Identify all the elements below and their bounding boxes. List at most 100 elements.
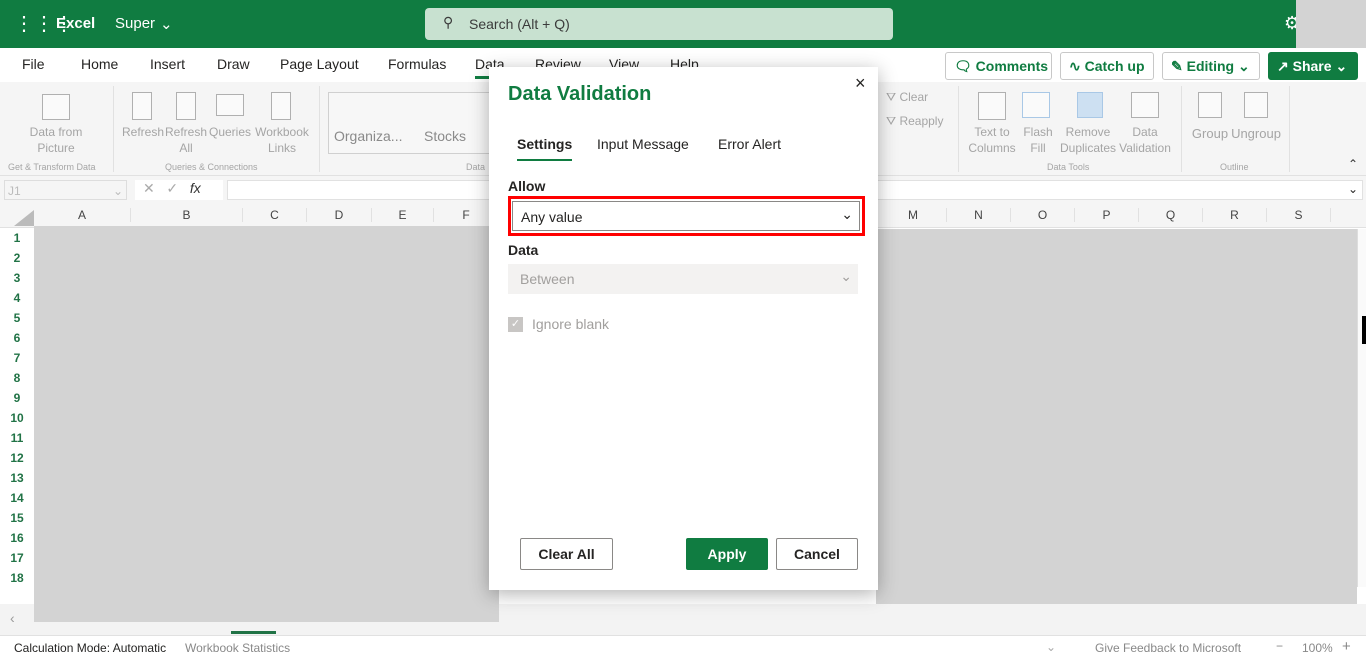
- catch-up-button[interactable]: ∿ Catch up: [1060, 52, 1154, 80]
- tab-error-alert[interactable]: Error Alert: [718, 136, 781, 152]
- column-header[interactable]: O: [1011, 208, 1075, 222]
- row-header[interactable]: 1: [0, 231, 34, 245]
- feedback-link[interactable]: Give Feedback to Microsoft: [1095, 641, 1241, 655]
- tab-draw[interactable]: Draw: [217, 56, 250, 72]
- name-box-value: J1: [8, 184, 21, 198]
- apply-button[interactable]: Apply: [686, 538, 768, 570]
- tab-home[interactable]: Home: [81, 56, 118, 72]
- tab-insert[interactable]: Insert: [150, 56, 185, 72]
- chevron-down-icon[interactable]: ⌄: [160, 15, 173, 33]
- column-header[interactable]: A: [34, 208, 131, 222]
- allow-select[interactable]: Any value ⌄: [512, 201, 860, 231]
- tab-formulas[interactable]: Formulas: [388, 56, 446, 72]
- comments-label: Comments: [975, 58, 1049, 74]
- queries-button[interactable]: Queries: [208, 124, 252, 140]
- row-header[interactable]: 2: [0, 251, 34, 265]
- text-to-columns-button[interactable]: Text to Columns: [964, 124, 1020, 156]
- allow-value: Any value: [521, 209, 583, 225]
- reapply-filter-button[interactable]: ⛛ Reapply: [886, 113, 943, 129]
- editing-button[interactable]: ✎ Editing ⌄: [1162, 52, 1260, 80]
- collapse-ribbon-icon[interactable]: ⌃: [1348, 156, 1358, 172]
- column-header[interactable]: B: [131, 208, 243, 222]
- group-button[interactable]: Group: [1190, 126, 1230, 142]
- zoom-out-button[interactable]: −: [1276, 639, 1283, 653]
- app-name[interactable]: Excel: [56, 15, 95, 32]
- row-header[interactable]: 13: [0, 471, 34, 485]
- column-header[interactable]: M: [880, 208, 947, 222]
- remove-duplicates-button[interactable]: Remove Duplicates: [1058, 124, 1118, 156]
- row-header[interactable]: 7: [0, 351, 34, 365]
- row-header[interactable]: 17: [0, 551, 34, 565]
- row-header[interactable]: 18: [0, 571, 34, 585]
- row-header[interactable]: 5: [0, 311, 34, 325]
- close-icon[interactable]: ×: [855, 73, 866, 94]
- queries-icon: [216, 94, 244, 116]
- refresh-icon: [132, 92, 152, 120]
- workbook-statistics[interactable]: Workbook Statistics: [185, 641, 290, 655]
- column-header[interactable]: D: [307, 208, 372, 222]
- refresh-all-button[interactable]: Refresh All: [165, 124, 207, 156]
- data-select: Between ⌄: [508, 264, 858, 294]
- tab-file[interactable]: File: [22, 56, 45, 72]
- column-header[interactable]: R: [1203, 208, 1267, 222]
- zoom-level[interactable]: 100%: [1302, 641, 1333, 655]
- chevron-down-icon[interactable]: ⌄: [1046, 640, 1056, 654]
- scroll-sheets-left-icon[interactable]: ‹: [10, 610, 15, 626]
- cancel-icon[interactable]: ✕: [143, 180, 155, 196]
- column-header[interactable]: Q: [1139, 208, 1203, 222]
- flash-fill-button[interactable]: Flash Fill: [1020, 124, 1056, 156]
- divider: [1289, 86, 1290, 172]
- row-header[interactable]: 12: [0, 451, 34, 465]
- group-label: Data Tools: [1047, 162, 1090, 172]
- search-input[interactable]: ⚲ Search (Alt + Q): [425, 8, 893, 40]
- document-name[interactable]: Super: [115, 15, 155, 32]
- column-header[interactable]: S: [1267, 208, 1331, 222]
- function-icon[interactable]: fx: [190, 180, 201, 196]
- column-header[interactable]: E: [372, 208, 434, 222]
- row-header[interactable]: 9: [0, 391, 34, 405]
- row-header[interactable]: 15: [0, 511, 34, 525]
- column-header[interactable]: C: [243, 208, 307, 222]
- scroll-thumb[interactable]: [1362, 316, 1366, 344]
- activity-icon: ∿: [1069, 58, 1081, 74]
- row-header[interactable]: 10: [0, 411, 34, 425]
- stocks-data-type[interactable]: Stocks: [424, 128, 466, 144]
- data-types-gallery[interactable]: [328, 92, 498, 154]
- zoom-in-button[interactable]: +: [1342, 638, 1351, 655]
- vertical-scrollbar[interactable]: [1357, 229, 1366, 587]
- expand-formula-bar-icon[interactable]: ⌄: [1348, 182, 1358, 196]
- tab-input-message[interactable]: Input Message: [597, 136, 689, 152]
- divider: [958, 86, 959, 172]
- column-header[interactable]: P: [1075, 208, 1139, 222]
- check-icon[interactable]: ✓: [166, 180, 178, 196]
- tab-settings[interactable]: Settings: [517, 136, 573, 161]
- column-header[interactable]: N: [947, 208, 1011, 222]
- share-button[interactable]: ↗ Share ⌄: [1268, 52, 1358, 80]
- row-header[interactable]: 16: [0, 531, 34, 545]
- tab-page-layout[interactable]: Page Layout: [280, 56, 359, 72]
- comments-button[interactable]: 🗨 Comments: [945, 52, 1052, 80]
- row-header[interactable]: 3: [0, 271, 34, 285]
- clear-all-button[interactable]: Clear All: [520, 538, 613, 570]
- row-header[interactable]: 14: [0, 491, 34, 505]
- flash-fill-icon: [1022, 92, 1050, 118]
- account-area[interactable]: [1296, 0, 1366, 48]
- row-header[interactable]: 11: [0, 431, 34, 445]
- row-header[interactable]: 6: [0, 331, 34, 345]
- ungroup-button[interactable]: Ungroup: [1230, 126, 1282, 142]
- row-header[interactable]: 4: [0, 291, 34, 305]
- cancel-button[interactable]: Cancel: [776, 538, 858, 570]
- formula-actions: ✕ ✓ fx: [135, 180, 223, 200]
- calculation-mode[interactable]: Calculation Mode: Automatic: [14, 641, 166, 655]
- workbook-links-button[interactable]: Workbook Links: [252, 124, 312, 156]
- refresh-button[interactable]: Refresh: [122, 124, 164, 140]
- group-icon: [1198, 92, 1222, 118]
- data-from-picture-button[interactable]: Data from Picture: [22, 124, 90, 156]
- organization-data-type[interactable]: Organiza...: [334, 128, 402, 144]
- clear-filter-button[interactable]: ⛛ Clear: [886, 89, 928, 105]
- data-validation-button[interactable]: Data Validation: [1118, 124, 1172, 156]
- name-box[interactable]: J1 ⌄: [4, 180, 127, 200]
- select-all-button[interactable]: [14, 210, 34, 226]
- row-header[interactable]: 8: [0, 371, 34, 385]
- clear-label: Clear: [899, 90, 929, 104]
